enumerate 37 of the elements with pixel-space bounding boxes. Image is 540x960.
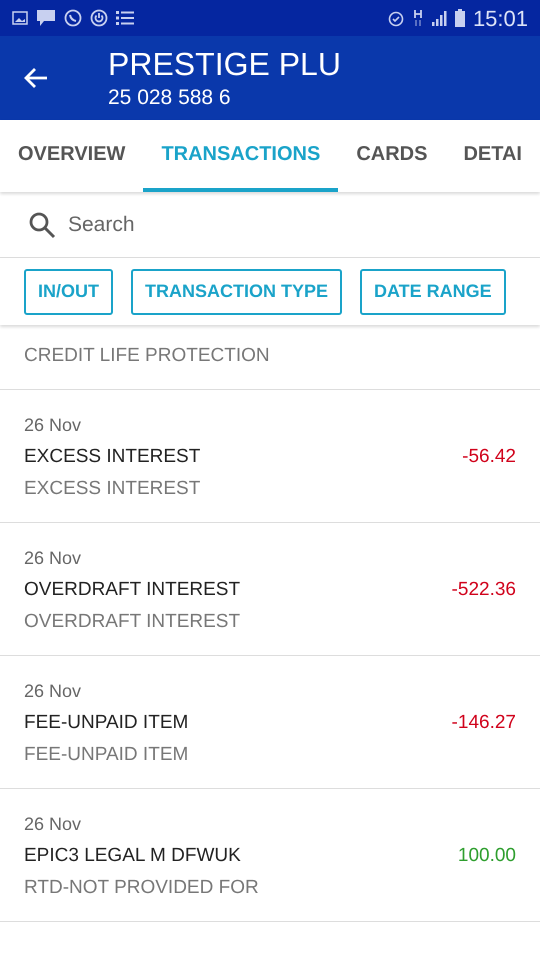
status-time: 15:01	[472, 4, 528, 32]
tab[interactable]: DETAI	[445, 120, 540, 192]
signal-icon	[430, 10, 447, 26]
transaction-detail: OVERDRAFT INTEREST	[24, 610, 242, 634]
filter-button[interactable]: TRANSACTION TYPE	[131, 268, 342, 314]
tab[interactable]: OVERVIEW	[0, 120, 144, 192]
list-icon	[116, 10, 134, 26]
account-title: PRESTIGE PLU	[108, 45, 341, 84]
tab[interactable]: CARDS	[338, 120, 446, 192]
transaction-detail: FEE-UNPAID ITEM	[24, 743, 190, 767]
search-field[interactable]: Search	[68, 208, 512, 240]
network-type-icon	[412, 9, 423, 27]
transaction-description: OVERDRAFT INTEREST	[24, 578, 240, 602]
transaction-detail: EXCESS INTEREST	[24, 477, 202, 501]
transaction-detail: CREDIT LIFE PROTECTION	[24, 344, 271, 368]
transaction-detail: RTD-NOT PROVIDED FOR	[24, 876, 260, 900]
message-icon	[36, 9, 56, 27]
transaction-amount: -522.36	[452, 578, 516, 602]
image-icon	[12, 10, 28, 26]
transaction-description: EPIC3 LEGAL M DFWUK	[24, 844, 241, 868]
transaction-date: 26 Nov	[24, 414, 82, 437]
back-arrow-icon	[23, 66, 49, 90]
filter-button[interactable]: IN/OUT	[24, 268, 113, 314]
power-icon	[90, 9, 108, 27]
transaction-date: 26 Nov	[24, 680, 82, 703]
transaction-amount: -56.42	[462, 445, 516, 469]
transaction-date: 26 Nov	[24, 813, 82, 836]
transaction-amount: 100.00	[458, 844, 516, 868]
transaction-date: 26 Nov	[24, 547, 82, 570]
phone-chat-icon	[64, 9, 82, 27]
transaction-description: EXCESS INTEREST	[24, 445, 200, 469]
transaction-description: FEE-UNPAID ITEM	[24, 711, 188, 735]
filter-button[interactable]: DATE RANGE	[360, 268, 506, 314]
transaction-amount: -146.27	[452, 711, 516, 735]
account-number: 25 028 588 6	[108, 85, 232, 111]
battery-icon	[454, 9, 465, 27]
search-icon	[28, 210, 56, 238]
